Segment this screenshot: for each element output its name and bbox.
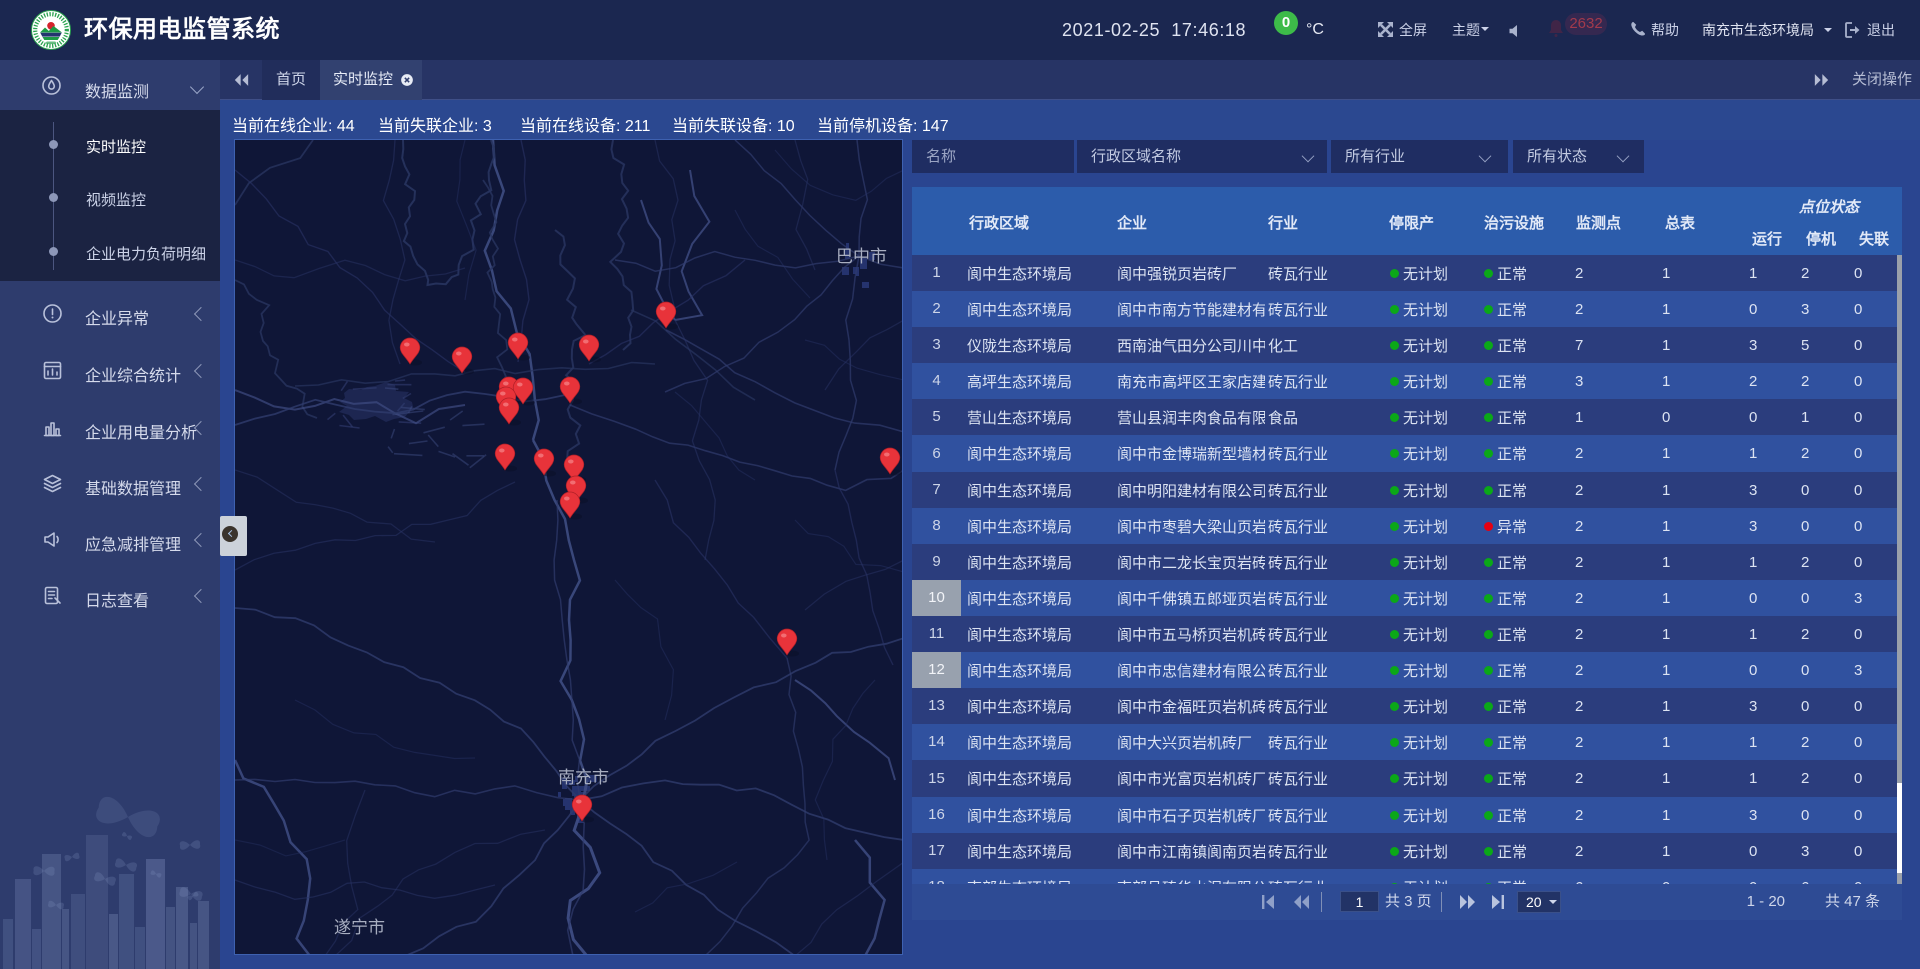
svg-text:南充市: 南充市 [558, 768, 609, 787]
svg-text:遂宁市: 遂宁市 [334, 918, 385, 937]
svg-text:巴中市: 巴中市 [836, 247, 887, 266]
